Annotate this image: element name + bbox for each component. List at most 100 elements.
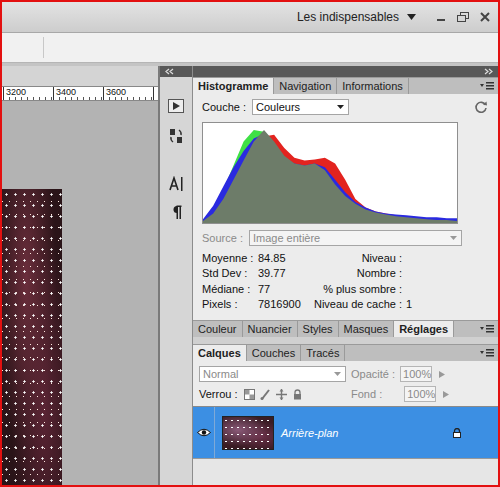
layer-row[interactable]: Arrière-plan — [193, 407, 498, 459]
source-dropdown: Image entière — [249, 230, 462, 246]
lock-transparency-icon[interactable] — [244, 389, 255, 400]
pasteboard — [2, 101, 158, 485]
panel-tab[interactable]: Calques — [193, 345, 247, 361]
panel-tab[interactable]: Couleur — [193, 321, 243, 337]
refresh-icon[interactable] — [474, 100, 488, 114]
statistics: Moyenne :84.85Niveau :Std Dev :39.77Nomb… — [202, 250, 498, 312]
fill-field: 100% — [404, 386, 436, 402]
ruler-segment — [153, 87, 158, 100]
ruler-segment: 3600 — [103, 87, 153, 100]
tab-strip: Calques Couches Tracés — [193, 344, 498, 361]
ruler-segment: 3400 — [53, 87, 103, 100]
close-icon[interactable] — [478, 11, 492, 23]
tab-label: Calques — [198, 347, 241, 359]
collapse-icon[interactable] — [164, 68, 174, 75]
panel-tab[interactable]: Réglages — [394, 321, 454, 337]
channel-row: Couche : Couleurs — [202, 98, 498, 116]
history-button[interactable] — [164, 125, 188, 147]
tab-label: Styles — [303, 323, 333, 335]
panel-tab[interactable]: Couches — [247, 345, 301, 361]
ruler-tick: 3400 — [56, 87, 76, 97]
slider-arrow-icon[interactable] — [441, 390, 450, 399]
layers-panel: NormalOpacité :100%Verrou :Fond :100% Arr… — [193, 361, 498, 485]
stat-value: 77 — [258, 283, 312, 295]
tab-label: Navigation — [279, 80, 331, 92]
lock-buttons — [244, 389, 303, 400]
panel-tab[interactable]: Histogramme — [193, 78, 274, 94]
lock-position-icon[interactable] — [276, 389, 287, 400]
options-bar — [2, 33, 498, 63]
panel-tab[interactable]: Tracés — [301, 345, 345, 361]
stat-value: 39.77 — [258, 267, 312, 279]
channel-dropdown[interactable]: Couleurs — [252, 99, 349, 115]
canvas-image — [2, 189, 62, 485]
blend-row: NormalOpacité :100% — [193, 364, 498, 384]
actions-button[interactable] — [164, 95, 188, 117]
stat-label: % plus sombre : — [312, 283, 402, 295]
expand-icon[interactable] — [484, 68, 494, 75]
horizontal-ruler: 3200 3400 3600 — [2, 86, 158, 101]
eye-icon[interactable] — [197, 428, 211, 437]
stat-label: Moyenne : — [202, 252, 258, 264]
application-bar: Les indispensables — [2, 2, 498, 33]
visibility-toggle[interactable] — [193, 407, 215, 458]
lock-cell: Verrou : — [199, 388, 346, 400]
dropdown-arrow-icon[interactable] — [449, 235, 458, 241]
layer-name: Arrière-plan — [281, 427, 338, 439]
panel-tab[interactable]: Styles — [298, 321, 339, 337]
source-value: Image entière — [253, 232, 320, 244]
tab-label: Histogramme — [198, 80, 268, 92]
channel-value: Couleurs — [256, 101, 300, 113]
panel-menu — [480, 345, 498, 361]
ruler-tick: 3600 — [106, 87, 126, 97]
panel-header — [193, 66, 498, 77]
histogram-series — [203, 130, 457, 223]
ruler-tick: 3200 — [6, 87, 26, 97]
ruler-segment: 3200 — [3, 87, 53, 100]
blend-mode-dropdown: Normal — [199, 366, 346, 382]
workspace-switcher[interactable]: Les indispensables — [297, 10, 416, 24]
histogram-chart — [202, 122, 458, 224]
tab-label: Informations — [342, 80, 403, 92]
histogram-plot — [203, 123, 457, 223]
dropdown-arrow-icon[interactable] — [333, 371, 342, 377]
histogram-series — [203, 130, 457, 223]
document-window: 3200 3400 3600 — [2, 66, 160, 485]
tab-label: Réglages — [399, 323, 448, 335]
window-controls — [434, 11, 492, 23]
lock-pixels-icon[interactable] — [260, 389, 271, 400]
tab-label: Tracés — [306, 347, 339, 359]
dropdown-arrow-icon[interactable] — [407, 14, 416, 20]
panel-tab[interactable]: Informations — [337, 78, 409, 94]
panel-menu-icon[interactable] — [480, 82, 494, 90]
workspace-label: Les indispensables — [297, 10, 399, 24]
panel-tab[interactable]: Nuancier — [243, 321, 298, 337]
blend-cell: Normal — [199, 366, 346, 382]
paragraph-icon — [170, 204, 182, 220]
stat-value: 1 — [402, 298, 498, 310]
panel-tab[interactable]: Masques — [339, 321, 395, 337]
restore-icon[interactable] — [456, 11, 470, 23]
slider-arrow-icon[interactable] — [437, 370, 446, 379]
stat-label: Niveau : — [312, 252, 402, 264]
dropdown-arrow-icon[interactable] — [336, 104, 345, 110]
character-icon — [168, 176, 184, 192]
layer-lock — [452, 428, 462, 438]
lock-all-icon[interactable] — [292, 389, 303, 400]
lock-row: Verrou :Fond :100% — [193, 384, 498, 404]
tab-strip: Histogramme Navigation Informations — [193, 77, 498, 94]
panel-tab[interactable]: Navigation — [274, 78, 337, 94]
channel-label: Couche : — [202, 101, 246, 113]
character-button[interactable] — [164, 173, 188, 195]
workspace-area: 3200 3400 3600 Histogramme Navigation Informa… — [2, 63, 498, 485]
tab-label: Masques — [344, 323, 389, 335]
panel-menu-icon[interactable] — [480, 349, 494, 357]
tab-label: Couches — [252, 347, 295, 359]
stat-label: Std Dev : — [202, 267, 258, 279]
panel-menu — [480, 78, 498, 94]
opacity-field: 100% — [400, 366, 432, 382]
paragraph-button[interactable] — [164, 201, 188, 223]
source-row: Source :Image entière — [202, 230, 498, 246]
minimize-icon[interactable] — [434, 11, 448, 23]
panel-menu-icon[interactable] — [480, 325, 494, 333]
